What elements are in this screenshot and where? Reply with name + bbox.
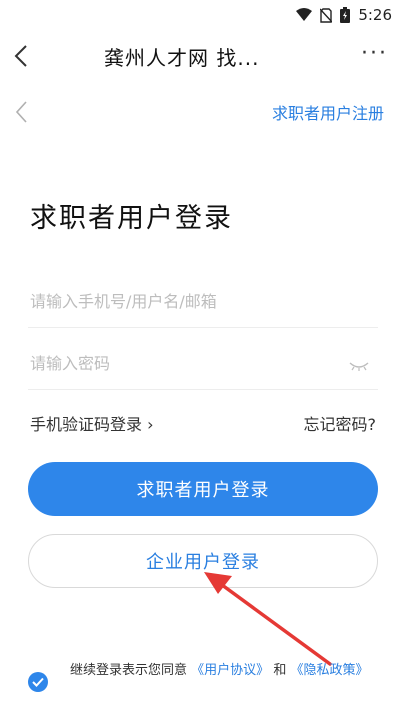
- more-menu-button[interactable]: ···: [361, 43, 388, 65]
- page-title: 求职者用户登录: [30, 203, 233, 234]
- eye-closed-icon[interactable]: [348, 358, 370, 372]
- wifi-icon: [296, 8, 313, 22]
- app-bar: 龚州人才网 找... ···: [0, 30, 404, 82]
- agreement-prefix: 继续登录表示您同意: [70, 663, 188, 678]
- jobseeker-login-button[interactable]: 求职者用户登录: [28, 462, 378, 516]
- password-input[interactable]: [28, 338, 378, 389]
- username-input[interactable]: [28, 276, 378, 327]
- agreement-row: 继续登录表示您同意 《用户协议》 和 《隐私政策》: [28, 658, 378, 708]
- privacy-policy-link[interactable]: 《隐私政策》: [290, 663, 368, 678]
- agreement-checkbox[interactable]: [28, 672, 48, 692]
- annotation-arrow-icon: [204, 572, 332, 666]
- status-bar: 5:26: [0, 0, 404, 30]
- jobseeker-register-link[interactable]: 求职者用户注册: [272, 100, 384, 124]
- username-field: [28, 276, 378, 328]
- chevron-left-icon: [15, 101, 27, 123]
- sms-login-link[interactable]: 手机验证码登录 ›: [30, 411, 154, 435]
- clock: 5:26: [358, 6, 392, 24]
- user-agreement-link[interactable]: 《用户协议》: [191, 663, 269, 678]
- password-field: [28, 338, 378, 390]
- forgot-password-link[interactable]: 忘记密码?: [304, 411, 377, 435]
- agreement-and: 和: [273, 663, 287, 678]
- no-sim-icon: [320, 7, 333, 23]
- app-title: 龚州人才网 找...: [104, 46, 260, 70]
- check-icon: [32, 677, 44, 687]
- page-back-button[interactable]: [12, 98, 34, 126]
- agreement-text: 继续登录表示您同意 《用户协议》 和 《隐私政策》: [70, 658, 380, 684]
- back-button[interactable]: [8, 40, 38, 72]
- chevron-left-icon: [14, 45, 27, 67]
- battery-icon: [340, 7, 351, 23]
